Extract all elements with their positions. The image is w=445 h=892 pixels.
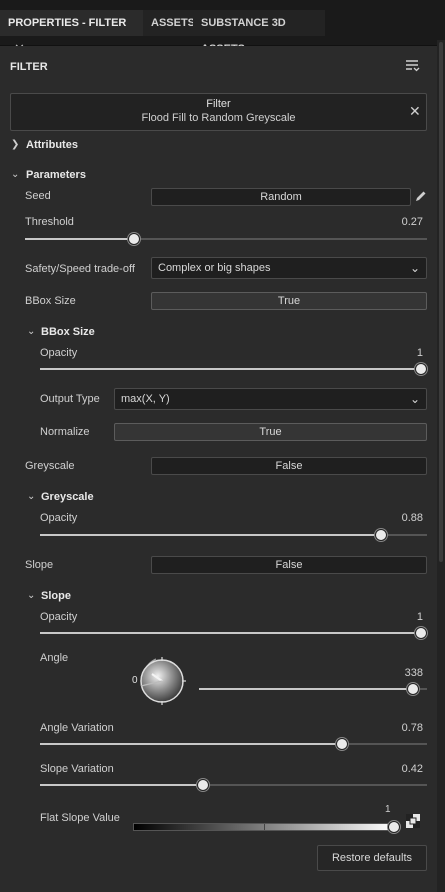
panel-title: FILTER bbox=[10, 61, 48, 73]
slider-track bbox=[203, 784, 427, 786]
gradient-midpoint-tick bbox=[264, 824, 265, 830]
filter-name: Flood Fill to Random Greyscale bbox=[141, 112, 296, 124]
remove-filter-close-icon[interactable]: ✕ bbox=[409, 103, 421, 120]
slider-track-filled bbox=[40, 743, 342, 745]
slope-opacity-slider[interactable] bbox=[40, 627, 427, 639]
chevron-down-icon[interactable]: ⌄ bbox=[27, 590, 35, 601]
slope-variation-value: 0.42 bbox=[401, 763, 423, 775]
filter-selector[interactable]: Filter Flood Fill to Random Greyscale ✕ bbox=[10, 93, 427, 131]
bbox-size-toggle[interactable]: True bbox=[151, 292, 427, 310]
seed-label: Seed bbox=[25, 190, 51, 202]
bbox-size-group-header[interactable]: BBox Size bbox=[41, 326, 95, 338]
greyscale-opacity-value: 0.88 bbox=[401, 512, 423, 524]
angle-variation-slider[interactable] bbox=[40, 738, 427, 750]
normalize-toggle[interactable]: True bbox=[114, 423, 427, 441]
filter-label: Filter bbox=[206, 98, 231, 110]
slope-label: Slope bbox=[25, 559, 54, 571]
scrollbar-thumb[interactable] bbox=[439, 42, 443, 562]
angle-variation-label: Angle Variation bbox=[40, 722, 114, 734]
angle-dial-zero-label: 0 bbox=[132, 675, 138, 686]
normalize-label: Normalize bbox=[40, 426, 90, 438]
color-picker-icon[interactable] bbox=[405, 813, 421, 829]
angle-label: Angle bbox=[40, 652, 69, 664]
chevron-down-icon[interactable]: ⌄ bbox=[11, 169, 19, 180]
slope-variation-label: Slope Variation bbox=[40, 763, 114, 775]
greyscale-opacity-label: Opacity bbox=[40, 512, 78, 524]
parameters-section-header[interactable]: Parameters bbox=[26, 169, 86, 181]
slider-track bbox=[381, 534, 427, 536]
bbox-size-label: BBox Size bbox=[25, 295, 76, 307]
chevron-right-icon[interactable]: ❯ bbox=[11, 139, 19, 150]
bbox-opacity-slider[interactable] bbox=[40, 363, 427, 375]
slider-track-filled bbox=[25, 238, 134, 240]
flat-slope-value: 1 bbox=[385, 804, 391, 815]
bbox-opacity-label: Opacity bbox=[40, 347, 78, 359]
slider-track-filled bbox=[40, 534, 381, 536]
tab-properties-filter[interactable]: PROPERTIES - FILTER✕ bbox=[0, 10, 143, 56]
dropdown-value: Complex or big shapes bbox=[158, 262, 271, 274]
attributes-section-header[interactable]: Attributes bbox=[26, 139, 78, 151]
slope-opacity-value: 1 bbox=[416, 611, 423, 623]
bbox-opacity-value: 1 bbox=[416, 347, 423, 359]
dropdown-value: max(X, Y) bbox=[121, 393, 170, 405]
threshold-label: Threshold bbox=[25, 216, 74, 228]
safety-speed-dropdown[interactable]: Complex or big shapes ⌄ bbox=[151, 257, 427, 279]
pencil-icon[interactable] bbox=[414, 189, 428, 203]
slider-knob[interactable] bbox=[336, 738, 348, 750]
slope-toggle[interactable]: False bbox=[151, 556, 427, 574]
angle-dial[interactable] bbox=[134, 653, 190, 709]
threshold-slider[interactable] bbox=[25, 233, 427, 245]
greyscale-opacity-slider[interactable] bbox=[40, 529, 427, 541]
slider-knob[interactable] bbox=[128, 233, 140, 245]
slider-knob[interactable] bbox=[407, 683, 419, 695]
slider-track-filled bbox=[199, 688, 413, 690]
slider-knob[interactable] bbox=[415, 363, 427, 375]
chevron-down-icon[interactable]: ⌄ bbox=[27, 326, 35, 337]
slider-knob[interactable] bbox=[415, 627, 427, 639]
slope-opacity-label: Opacity bbox=[40, 611, 78, 623]
greyscale-group-header[interactable]: Greyscale bbox=[41, 491, 94, 503]
tab-substance-3d-assets[interactable]: SUBSTANCE 3D ASSETS bbox=[193, 10, 325, 55]
tab-label: PROPERTIES - FILTER bbox=[8, 17, 127, 29]
tab-assets[interactable]: ASSETS bbox=[143, 10, 195, 36]
threshold-value: 0.27 bbox=[401, 216, 423, 228]
list-options-icon[interactable] bbox=[404, 58, 422, 74]
flat-slope-value-label: Flat Slope Value bbox=[40, 812, 120, 824]
restore-defaults-button[interactable]: Restore defaults bbox=[317, 845, 427, 871]
greyscale-toggle[interactable]: False bbox=[151, 457, 427, 475]
slider-track-filled bbox=[40, 632, 427, 634]
output-type-dropdown[interactable]: max(X, Y) ⌄ bbox=[114, 388, 427, 410]
slope-variation-slider[interactable] bbox=[40, 779, 427, 791]
flat-slope-gradient-slider[interactable] bbox=[133, 823, 395, 831]
chevron-down-icon: ⌄ bbox=[409, 261, 420, 275]
angle-slider[interactable] bbox=[199, 683, 427, 695]
angle-variation-value: 0.78 bbox=[401, 722, 423, 734]
output-type-label: Output Type bbox=[40, 393, 100, 405]
flat-slope-knob[interactable] bbox=[388, 821, 400, 833]
chevron-down-icon: ⌄ bbox=[409, 392, 420, 406]
slider-track bbox=[342, 743, 427, 745]
slider-knob[interactable] bbox=[197, 779, 209, 791]
scrollbar[interactable] bbox=[437, 40, 445, 892]
safety-speed-label: Safety/Speed trade-off bbox=[25, 263, 135, 275]
tab-bar: PROPERTIES - FILTER✕ ASSETS SUBSTANCE 3D… bbox=[0, 0, 445, 56]
slope-group-header[interactable]: Slope bbox=[41, 590, 71, 602]
angle-value: 338 bbox=[404, 667, 423, 679]
greyscale-label: Greyscale bbox=[25, 460, 75, 472]
slider-track-filled bbox=[40, 784, 203, 786]
seed-random-button[interactable]: Random bbox=[151, 188, 411, 206]
slider-knob[interactable] bbox=[375, 529, 387, 541]
chevron-down-icon[interactable]: ⌄ bbox=[27, 491, 35, 502]
slider-track bbox=[134, 238, 427, 240]
tab-label: ASSETS bbox=[151, 17, 196, 29]
slider-track-filled bbox=[40, 368, 427, 370]
